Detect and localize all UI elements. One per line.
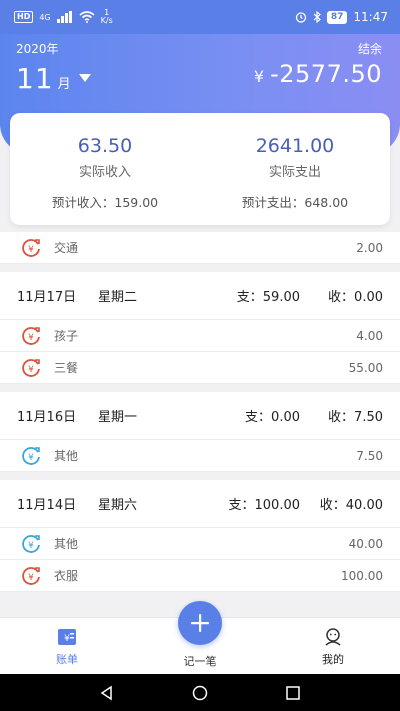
bluetooth-icon [313,11,321,23]
day-income: 收：40.00 [319,498,383,513]
alarm-icon [295,12,307,23]
day-income: 收：7.50 [328,410,383,425]
item-category: 其他 [54,449,79,463]
tab-mine[interactable]: 我的 [293,628,373,667]
month-selector[interactable]: 11 月 [16,62,91,95]
item-category: 孩子 [54,329,79,343]
svg-text:¥: ¥ [28,245,34,255]
income-yen-icon: ¥ [22,446,40,465]
day-weekday: 星期一 [98,410,138,425]
list-item[interactable]: ¥ 其他 40.00 [0,528,400,560]
day-expense: 支：0.00 [245,410,300,425]
list-item[interactable]: ¥ 孩子 4.00 [0,320,400,352]
summary-card: 63.50 实际收入 预计收入：159.00 2641.00 实际支出 预计支出… [10,113,390,225]
item-category: 三餐 [54,361,79,375]
tab-mine-label: 我的 [322,653,344,666]
back-icon[interactable] [99,685,115,701]
svg-text:¥: ¥ [28,541,34,551]
network-type: 4G [39,12,51,22]
actual-expense-value: 2641.00 [255,135,335,157]
item-amount: 55.00 [348,360,383,375]
wifi-icon [79,11,95,23]
expense-yen-icon: ¥ [22,566,40,585]
svg-text:¥: ¥ [28,365,34,375]
expense-yen-icon: ¥ [22,358,40,377]
actual-income-label: 实际收入 [78,165,131,180]
recents-icon[interactable] [285,685,301,701]
item-category: 衣服 [54,569,79,583]
status-bar: HD 4G 1 K/s 87 11:47 [0,0,400,34]
caret-down-icon [78,74,91,82]
profile-icon [325,628,341,646]
day-weekday: 星期六 [98,498,138,513]
item-amount: 2.00 [356,240,383,255]
add-record-button[interactable] [178,601,222,645]
expense-summary: 2641.00 实际支出 预计支出：648.00 [200,113,390,211]
expense-yen-icon: ¥ [22,326,40,345]
net-speed: 1 K/s [100,8,113,25]
plus-icon [191,614,209,632]
clock: 11:47 [353,10,388,24]
svg-text:¥: ¥ [64,634,70,644]
list-item[interactable]: ¥ 衣服 100.00 [0,560,400,592]
status-right: 87 11:47 [295,10,388,24]
day-expense: 支：100.00 [228,498,301,513]
day-expense: 支：59.00 [236,290,300,305]
item-amount: 4.00 [356,328,383,343]
tab-add-label: 记一笔 [183,655,217,668]
list-item[interactable]: ¥ 交通 2.00 [0,232,400,264]
day-header: 11月17日 星期二 支：59.00 收：0.00 [0,272,400,320]
tab-ledger[interactable]: ¥ 账单 [27,628,107,667]
day-date: 11月14日 [17,498,77,513]
list-item[interactable]: ¥ 三餐 55.00 [0,352,400,384]
svg-text:¥: ¥ [28,573,34,583]
day-date: 11月16日 [17,410,77,425]
signal-icon [56,11,72,23]
balance-value: -2577.50 [270,60,382,88]
expected-expense: 预计支出：648.00 [241,195,349,210]
expense-yen-icon: ¥ [22,238,40,257]
record-list[interactable]: ¥ 交通 2.00 11月17日 星期二 支：59.00 收：0.00 ¥ 孩子… [0,232,400,592]
expected-income: 预计收入：159.00 [51,195,159,210]
balance-display: ¥ -2577.50 [254,60,382,88]
day-income: 收：0.00 [328,290,383,305]
item-amount: 40.00 [348,536,383,551]
income-summary: 63.50 实际收入 预计收入：159.00 [10,113,200,211]
item-category: 交通 [54,241,79,255]
svg-text:¥: ¥ [28,453,34,463]
battery-level: 87 [326,10,348,24]
year-label: 2020年 [16,42,59,56]
item-category: 其他 [54,537,79,551]
day-header: 11月14日 星期六 支：100.00 收：40.00 [0,480,400,528]
status-left: HD 4G 1 K/s [14,9,113,25]
item-amount: 100.00 [341,568,383,583]
actual-expense-label: 实际支出 [268,165,321,180]
svg-text:¥: ¥ [28,333,34,343]
income-yen-icon: ¥ [22,534,40,553]
item-amount: 7.50 [356,448,383,463]
system-nav-bar [0,674,400,711]
day-date: 11月17日 [17,290,77,305]
currency-sign: ¥ [253,67,265,86]
hd-badge: HD [14,11,34,23]
month-unit: 月 [57,77,71,92]
actual-income-value: 63.50 [77,135,133,157]
ledger-icon: ¥ [58,629,76,645]
list-item[interactable]: ¥ 其他 7.50 [0,440,400,472]
month-number: 11 [16,62,54,95]
balance-label: 结余 [357,42,382,56]
day-header: 11月16日 星期一 支：0.00 收：7.50 [0,392,400,440]
day-weekday: 星期二 [98,290,138,305]
tab-ledger-label: 账单 [56,653,78,666]
home-icon[interactable] [192,685,208,701]
